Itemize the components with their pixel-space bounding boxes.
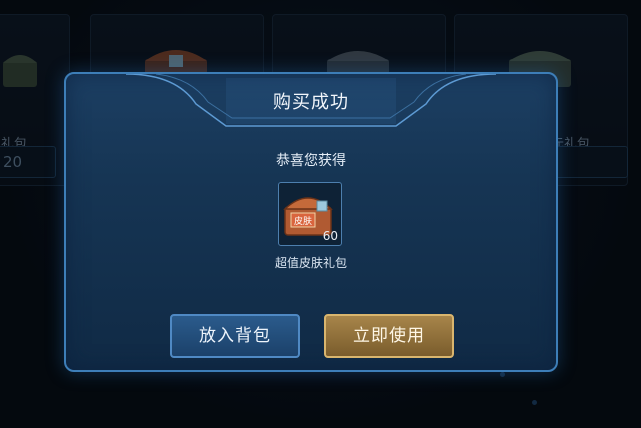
reward-item-slot[interactable]: 皮肤 60 (278, 182, 342, 246)
use-now-button[interactable]: 立即使用 (324, 314, 454, 358)
dialog-title: 购买成功 (273, 92, 349, 113)
chest-label: 皮肤 (294, 215, 312, 227)
put-in-bag-button[interactable]: 放入背包 (170, 314, 300, 358)
congrats-text: 恭喜您获得 (276, 153, 346, 169)
purchase-success-dialog: 购买成功 恭喜您获得 皮肤 60 超值皮肤礼包 放入背包 立即使用 (64, 72, 558, 372)
item-name: 超值皮肤礼包 (274, 256, 347, 270)
item-count: 60 (322, 229, 338, 243)
